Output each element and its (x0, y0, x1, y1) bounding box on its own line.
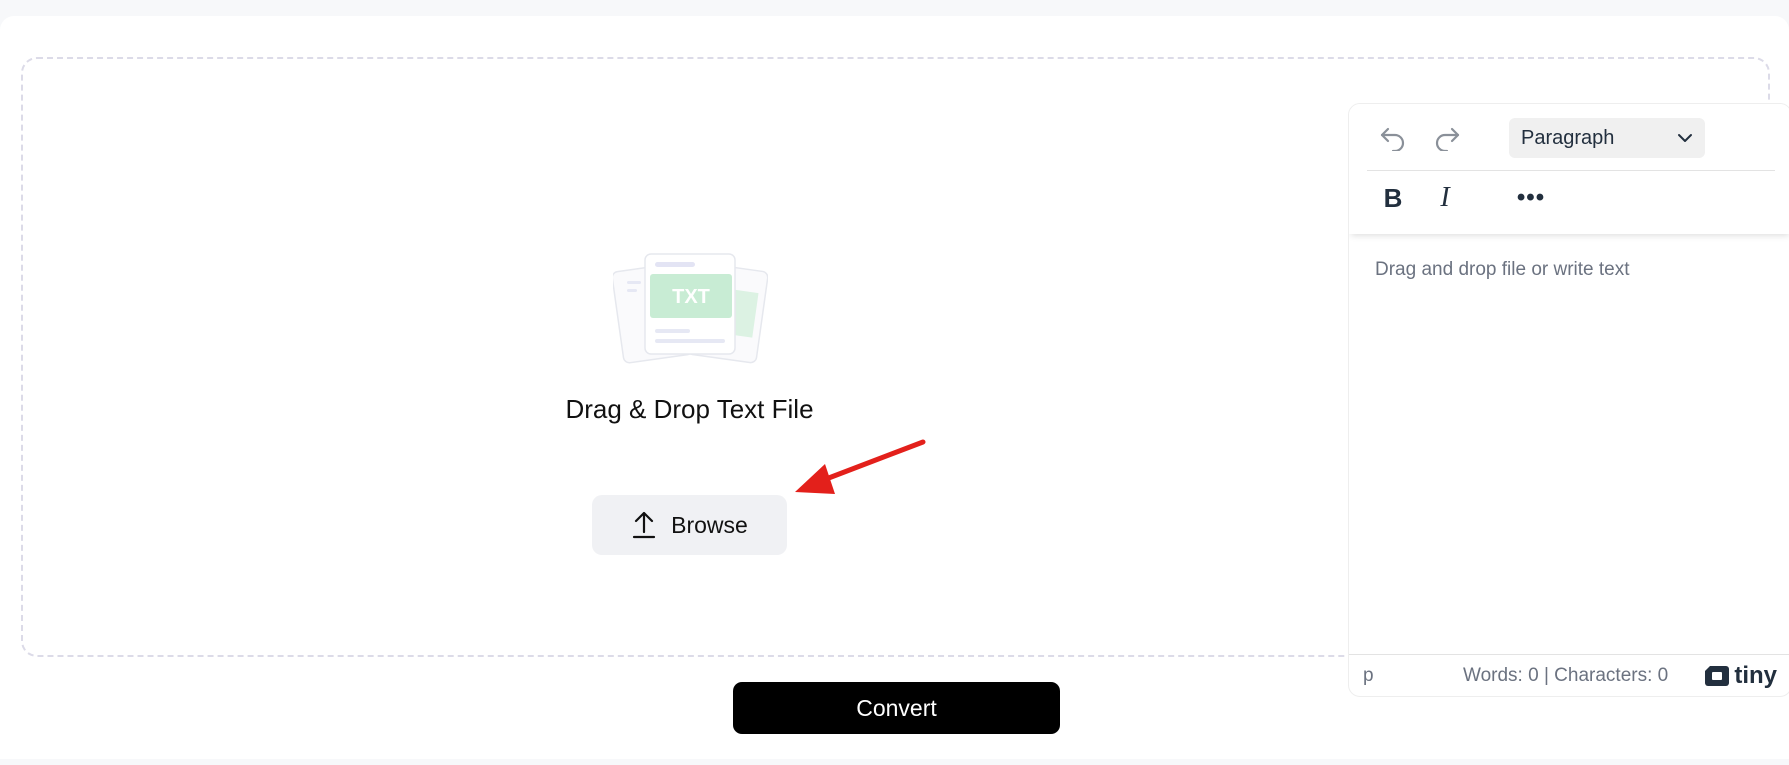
toolbar-row-formatting: B I ••• (1367, 176, 1775, 222)
block-format-value: Paragraph (1521, 126, 1615, 149)
toolbar-row-history: Paragraph (1367, 118, 1775, 171)
page-card: TXT Drag & Drop Text File Browse Paragra… (0, 16, 1789, 759)
undo-icon (1380, 127, 1405, 151)
undo-button[interactable] (1373, 118, 1413, 158)
browse-label: Browse (671, 511, 748, 538)
browse-button[interactable]: Browse (592, 495, 787, 555)
dropzone-title: Drag & Drop Text File (565, 394, 814, 424)
chevron-down-icon (1678, 134, 1692, 142)
redo-icon (1435, 127, 1460, 151)
txt-file-illustration: TXT (613, 253, 768, 364)
convert-button[interactable]: Convert (733, 682, 1060, 734)
text-editor: Paragraph B I ••• Drag and drop file or … (1348, 103, 1789, 697)
editor-statusbar: p Words: 0 | Characters: 0 tiny (1349, 654, 1789, 696)
tiny-brand-logo[interactable]: tiny (1704, 662, 1777, 690)
editor-toolbar: Paragraph B I ••• (1349, 104, 1789, 234)
italic-button[interactable]: I (1425, 178, 1465, 218)
more-options-button[interactable]: ••• (1511, 178, 1551, 218)
redo-button[interactable] (1427, 118, 1467, 158)
red-arrow-annotation (795, 439, 926, 494)
tiny-logo-icon (1705, 665, 1730, 686)
editor-content-area[interactable]: Drag and drop file or write text (1375, 259, 1765, 281)
bold-button[interactable]: B (1373, 178, 1413, 218)
txt-label: TXT (672, 286, 710, 308)
upload-icon (633, 511, 656, 539)
block-format-select[interactable]: Paragraph (1509, 118, 1705, 158)
word-character-count[interactable]: Words: 0 | Characters: 0 (1463, 665, 1668, 687)
element-path[interactable]: p (1363, 665, 1374, 687)
file-dropzone[interactable]: TXT Drag & Drop Text File Browse Paragra… (21, 57, 1789, 697)
brand-label: tiny (1734, 661, 1777, 689)
